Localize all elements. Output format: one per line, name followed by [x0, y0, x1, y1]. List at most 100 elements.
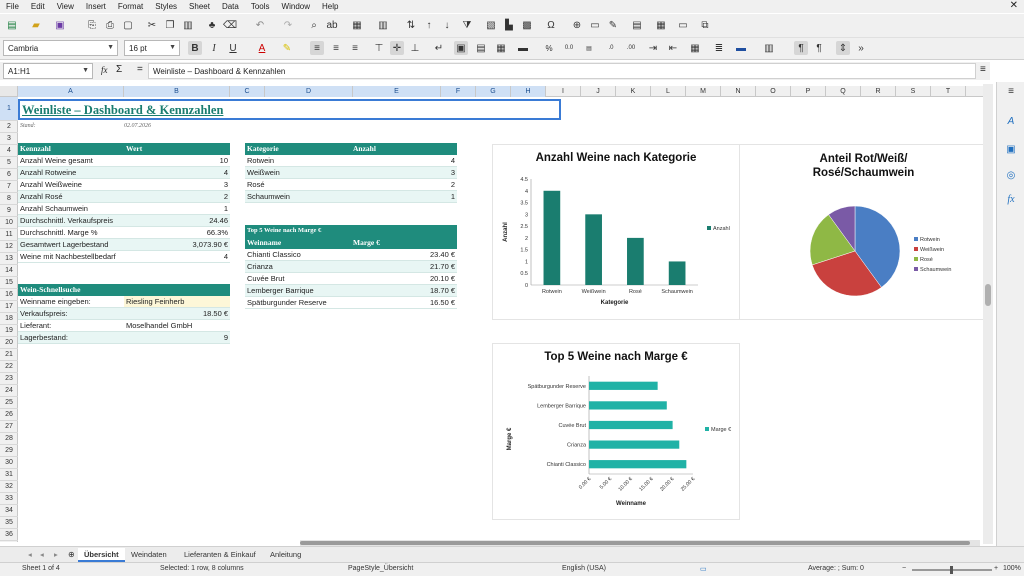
vertical-text-icon[interactable]: ⇕	[836, 41, 850, 55]
column-header-a[interactable]: A	[18, 86, 124, 97]
column-header-s[interactable]: S	[896, 86, 931, 97]
table-cell-label[interactable]: Anzahl Weißweine	[18, 179, 124, 191]
spellcheck-icon[interactable]: ab	[325, 18, 339, 32]
sum-icon[interactable]: Σ	[116, 64, 122, 75]
hyperlink-icon[interactable]: ⊕	[570, 18, 584, 32]
search-result[interactable]: 18.50 €	[124, 308, 230, 320]
export-pdf-icon[interactable]: ⎘	[85, 18, 99, 32]
chevron-down-icon[interactable]: ▼	[169, 44, 176, 51]
row-header-2[interactable]: 2	[0, 121, 18, 133]
table-cell-value[interactable]: 4	[124, 167, 230, 179]
table-cell-label[interactable]: Anzahl Rotweine	[18, 167, 124, 179]
table-cell-label[interactable]: Weißwein	[245, 167, 351, 179]
kategorie-header[interactable]: Kategorie	[245, 143, 351, 155]
unmerge-icon[interactable]: ▤	[474, 41, 488, 55]
table-cell-value[interactable]: 1	[124, 203, 230, 215]
search-header[interactable]: Wein-Schnellsuche	[18, 284, 230, 296]
sort-descending-icon[interactable]: ↓	[440, 18, 454, 32]
stand-date[interactable]: 02.07.2026	[122, 121, 222, 133]
add-decimal-icon[interactable]: .0	[604, 41, 618, 55]
row-icon[interactable]: ▦	[350, 18, 364, 32]
row-header-22[interactable]: 22	[0, 361, 18, 373]
paste-icon[interactable]: ▥	[181, 18, 195, 32]
row-header-18[interactable]: 18	[0, 313, 18, 325]
kennzahl-header[interactable]: Kennzahl	[18, 143, 124, 155]
menu-view[interactable]: View	[57, 2, 74, 11]
column-icon[interactable]: ▥	[376, 18, 390, 32]
font-name-box[interactable]: Cambria ▼	[3, 40, 118, 56]
zoom-level[interactable]: 100%	[1003, 565, 1021, 572]
table-cell-label[interactable]: Rotwein	[245, 155, 351, 167]
row-header-31[interactable]: 31	[0, 469, 18, 481]
select-all-corner[interactable]	[0, 86, 18, 97]
freeze-rows-icon[interactable]: ▭	[676, 18, 690, 32]
center-vertically-icon[interactable]: ✛	[390, 41, 404, 55]
row-header-27[interactable]: 27	[0, 421, 18, 433]
row-header-1[interactable]: 1	[0, 97, 18, 121]
formula-input[interactable]: Weinliste – Dashboard & Kennzahlen	[148, 63, 976, 79]
merge-center-icon[interactable]: ▣	[454, 41, 468, 55]
italic-icon[interactable]: I	[207, 41, 221, 55]
sheet-title-cell[interactable]: Weinliste – Dashboard & Kennzahlen	[18, 99, 561, 120]
conditional-format-icon[interactable]: ▥	[762, 41, 776, 55]
menu-help[interactable]: Help	[322, 2, 338, 11]
zoom-in-icon[interactable]: +	[994, 565, 998, 572]
delete-decimal-icon[interactable]: .00	[624, 41, 638, 55]
search-input[interactable]: Riesling Feinherb	[124, 296, 230, 308]
row-header-34[interactable]: 34	[0, 505, 18, 517]
function-wizard-icon[interactable]: fx	[101, 65, 108, 75]
summary-info[interactable]: Average: ; Sum: 0	[808, 565, 864, 572]
menu-format[interactable]: Format	[118, 2, 143, 11]
table-cell-value[interactable]: 23.40 €	[351, 249, 457, 261]
insert-image-icon[interactable]: ▧	[484, 18, 498, 32]
tab-lieferanten[interactable]: Lieferanten & Einkauf	[178, 548, 262, 562]
format-as-number-icon[interactable]: ▦	[494, 41, 508, 55]
tab-uebersicht[interactable]: Übersicht	[78, 548, 125, 562]
table-cell-label[interactable]: Lemberger Barrique	[245, 285, 351, 297]
bar-chart-kategorie[interactable]: Anzahl Weine nach Kategorie 0 0.5 1 1.5 2 2.5…	[492, 144, 740, 320]
close-document-icon[interactable]: ✕	[1010, 0, 1018, 11]
more-options-icon[interactable]: »	[854, 41, 868, 55]
border-color-icon[interactable]: ▬	[734, 41, 748, 55]
styles-icon[interactable]: ▣	[1004, 142, 1018, 156]
table-cell-label[interactable]: Chianti Classico	[245, 249, 351, 261]
row-header-35[interactable]: 35	[0, 517, 18, 529]
print-icon[interactable]: ⎙	[103, 18, 117, 32]
sheet-grid[interactable]: Weinliste – Dashboard & Kennzahlen Stand…	[18, 97, 984, 542]
row-header-20[interactable]: 20	[0, 337, 18, 349]
column-header-g[interactable]: G	[476, 86, 511, 97]
table-cell-label[interactable]: Durchschnittl. Marge %	[18, 227, 124, 239]
sort-icon[interactable]: ⇅	[404, 18, 418, 32]
align-top-icon[interactable]: ⊤	[372, 41, 386, 55]
search-label[interactable]: Lieferant:	[18, 320, 124, 332]
table-cell-label[interactable]: Weine mit Nachbestellbedarf	[18, 251, 124, 263]
cut-icon[interactable]: ✂	[145, 18, 159, 32]
table-cell-label[interactable]: Anzahl Weine gesamt	[18, 155, 124, 167]
table-cell-value[interactable]: 16.50 €	[351, 297, 457, 309]
decrease-indent-icon[interactable]: ⇤	[666, 41, 680, 55]
column-header-n[interactable]: N	[721, 86, 756, 97]
formula-icon[interactable]: =	[137, 64, 143, 75]
table-cell-value[interactable]: 2	[351, 179, 457, 191]
column-header-t[interactable]: T	[931, 86, 966, 97]
zoom-slider-handle[interactable]	[950, 566, 953, 574]
redo-icon[interactable]: ↷	[281, 18, 295, 32]
name-box[interactable]: A1:H1 ▼	[3, 63, 93, 79]
row-header-14[interactable]: 14	[0, 265, 18, 277]
save-icon[interactable]: ▣	[53, 18, 67, 32]
row-header-15[interactable]: 15	[0, 277, 18, 289]
language[interactable]: English (USA)	[562, 565, 606, 572]
table-cell-value[interactable]: 2	[124, 191, 230, 203]
selection-mode-icon[interactable]: ▭	[700, 565, 707, 573]
table-cell-value[interactable]: 3	[351, 167, 457, 179]
date-format-icon[interactable]: ▤	[582, 41, 596, 55]
menu-window[interactable]: Window	[282, 2, 310, 11]
wrap-text-icon[interactable]: ↵	[432, 41, 446, 55]
comment-icon[interactable]: ▭	[588, 18, 602, 32]
split-window-icon[interactable]: ⧉	[698, 18, 712, 32]
menu-data[interactable]: Data	[222, 2, 239, 11]
properties-icon[interactable]: A	[1004, 114, 1018, 128]
row-header-30[interactable]: 30	[0, 457, 18, 469]
highlight-color-icon[interactable]: ✎	[280, 41, 294, 55]
row-header-24[interactable]: 24	[0, 385, 18, 397]
